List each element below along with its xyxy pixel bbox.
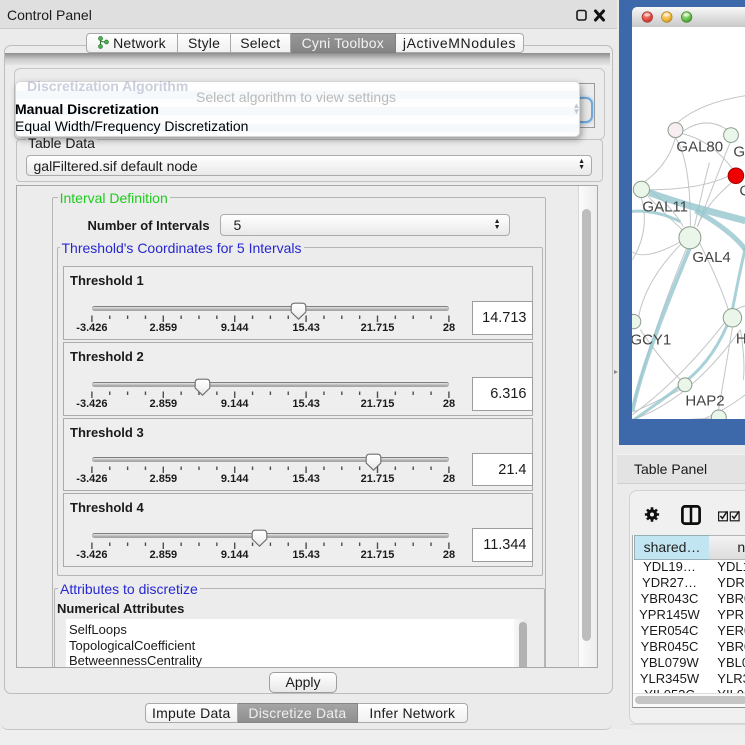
svg-text:GAL11: GAL11 [642, 199, 688, 216]
svg-text:GA: GA [733, 144, 745, 161]
svg-text:GAL4: GAL4 [692, 249, 730, 266]
svg-text:HAP2: HAP2 [685, 393, 724, 410]
svg-text:H: H [735, 331, 744, 348]
svg-text:GAL80: GAL80 [676, 139, 723, 156]
svg-text:C: C [739, 183, 745, 200]
svg-text:GCY1: GCY1 [632, 332, 671, 349]
